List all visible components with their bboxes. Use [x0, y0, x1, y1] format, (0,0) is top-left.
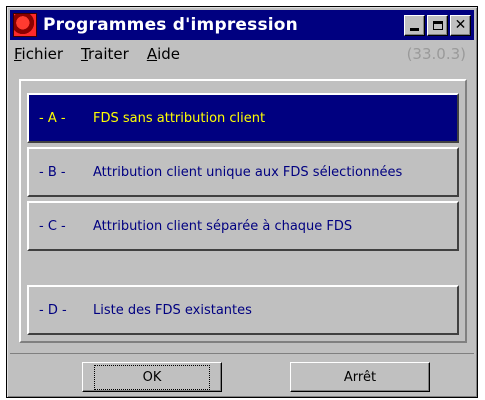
maximize-button[interactable] [427, 14, 448, 36]
window-controls: ✕ [404, 14, 471, 36]
minimize-button[interactable] [404, 14, 425, 36]
close-button[interactable]: ✕ [450, 14, 471, 36]
option-letter: - C - [39, 218, 66, 234]
version-label: (33.0.3) [406, 45, 466, 63]
option-letter: - A - [39, 110, 66, 126]
menu-bar: Fichier Traiter Aide (33.0.3) [10, 43, 474, 65]
close-icon: ✕ [454, 17, 467, 33]
print-programs-window: Programmes d'impression ✕ Fichier Traite… [6, 6, 478, 398]
option-letter: - B - [39, 164, 66, 180]
app-icon [13, 13, 37, 37]
menu-traiter[interactable]: Traiter [81, 45, 129, 63]
menu-fichier[interactable]: Fichier [14, 45, 63, 63]
ok-label: OK [93, 364, 211, 390]
option-letter: - D - [39, 302, 67, 318]
stop-button[interactable]: Arrêt [290, 362, 430, 392]
option-d-button[interactable]: - D - Liste des FDS existantes [27, 285, 459, 335]
minimize-icon [410, 28, 419, 31]
options-panel: - A - FDS sans attribution client - B - … [19, 79, 467, 343]
stop-label: Arrêt [343, 369, 377, 385]
window-title: Programmes d'impression [43, 15, 298, 35]
option-a-button[interactable]: - A - FDS sans attribution client [27, 93, 459, 143]
option-label: Attribution client séparée à chaque FDS [93, 218, 353, 234]
button-bar: OK Arrêt [10, 353, 474, 396]
option-b-button[interactable]: - B - Attribution client unique aux FDS … [27, 147, 459, 197]
title-bar[interactable]: Programmes d'impression ✕ [10, 10, 474, 40]
option-label: Attribution client unique aux FDS sélect… [93, 164, 403, 180]
option-label: FDS sans attribution client [93, 110, 266, 126]
option-label: Liste des FDS existantes [93, 302, 252, 318]
menu-aide[interactable]: Aide [147, 45, 180, 63]
ok-button[interactable]: OK [82, 362, 222, 392]
maximize-icon [432, 20, 443, 30]
option-c-button[interactable]: - C - Attribution client séparée à chaqu… [27, 201, 459, 251]
